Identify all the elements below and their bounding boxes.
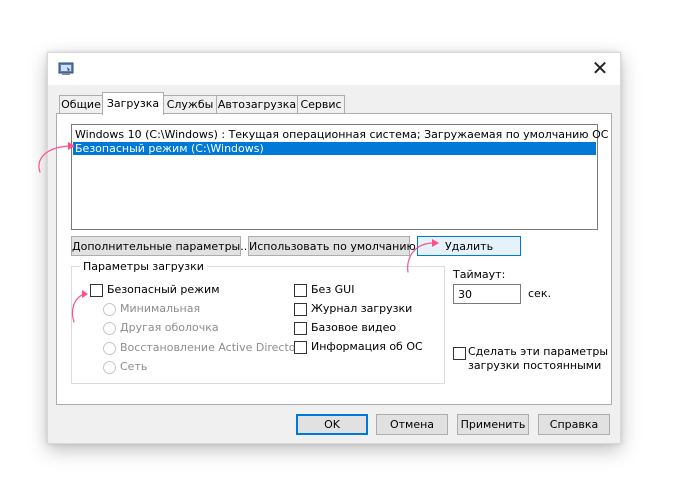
system-configuration-dialog: ✕ Общие Загрузка Службы Автозагрузка Сер… [47,52,621,444]
timeout-unit-label: сек. [528,287,551,300]
base-video-checkbox[interactable] [294,322,307,335]
boot-tab-panel: Windows 10 (C:\Windows) : Текущая операц… [56,113,612,405]
tab-services[interactable]: Службы [163,95,217,114]
boot-log-label: Журнал загрузки [311,302,413,315]
tab-services-label: Службы [166,98,214,111]
timeout-input[interactable] [453,284,521,304]
os-boot-info-label: Информация об ОС [311,340,423,353]
ok-label: OK [324,418,340,431]
os-boot-info-checkbox[interactable] [294,341,307,354]
delete-label: Удалить [444,240,494,253]
cancel-button[interactable]: Отмена [376,414,448,435]
ok-button[interactable]: OK [296,414,368,435]
help-label: Справка [549,418,599,431]
tab-general[interactable]: Общие [59,95,103,114]
radio-alternate-shell-label: Другая оболочка [120,321,219,334]
advanced-options-button[interactable]: Дополнительные параметры... [71,236,251,256]
msconfig-app-icon [58,61,74,77]
radio-ad-repair-label: Восстановление Active Directory [120,341,307,354]
tab-general-label: Общие [61,98,101,111]
base-video-label: Базовое видео [311,321,397,334]
close-button[interactable]: ✕ [586,57,614,81]
delete-button[interactable]: Удалить [417,236,521,256]
tab-tools[interactable]: Сервис [297,95,345,114]
boot-options-title: Параметры загрузки [80,260,207,273]
radio-alternate-shell[interactable] [103,322,116,335]
apply-label: Применить [460,418,526,431]
radio-minimal[interactable] [103,303,116,316]
os-boot-list[interactable]: Windows 10 (C:\Windows) : Текущая операц… [71,124,608,230]
apply-button[interactable]: Применить [457,414,529,435]
tab-boot[interactable]: Загрузка [102,92,164,115]
tab-startup-label: Автозагрузка [217,98,297,111]
advanced-options-label: Дополнительные параметры... [72,240,251,253]
tab-tools-label: Сервис [300,98,342,111]
set-default-button[interactable]: Использовать по умолчанию [248,236,416,256]
title-bar: ✕ [48,53,620,85]
close-icon: ✕ [591,56,609,80]
os-entry-safe-mode[interactable]: Безопасный режим (C:\Windows) [73,142,596,155]
radio-ad-repair[interactable] [103,342,116,355]
radio-network[interactable] [103,361,116,374]
safe-boot-label: Безопасный режим [107,283,220,296]
tab-startup[interactable]: Автозагрузка [216,95,298,114]
no-gui-label: Без GUI [311,283,355,296]
radio-network-label: Сеть [120,360,148,373]
tab-boot-label: Загрузка [106,97,160,110]
make-permanent-label-line1: Сделать эти параметры [468,345,609,358]
no-gui-checkbox[interactable] [294,284,307,297]
os-entry-label: Windows 10 (C:\Windows) : Текущая операц… [75,128,609,141]
radio-minimal-label: Минимальная [120,302,201,315]
set-default-label: Использовать по умолчанию [249,240,416,253]
os-entry-label: Безопасный режим (C:\Windows) [75,142,264,155]
boot-log-checkbox[interactable] [294,303,307,316]
timeout-label: Таймаут: [453,268,506,281]
make-permanent-label-line2: загрузки постоянными [468,359,602,372]
safe-boot-checkbox[interactable] [90,284,103,297]
os-entry-windows10[interactable]: Windows 10 (C:\Windows) : Текущая операц… [73,128,608,141]
cancel-label: Отмена [389,418,435,431]
make-permanent-checkbox[interactable] [453,347,466,360]
boot-options-group: Параметры загрузки Безопасный режим Мини… [71,260,445,384]
help-button[interactable]: Справка [538,414,610,435]
